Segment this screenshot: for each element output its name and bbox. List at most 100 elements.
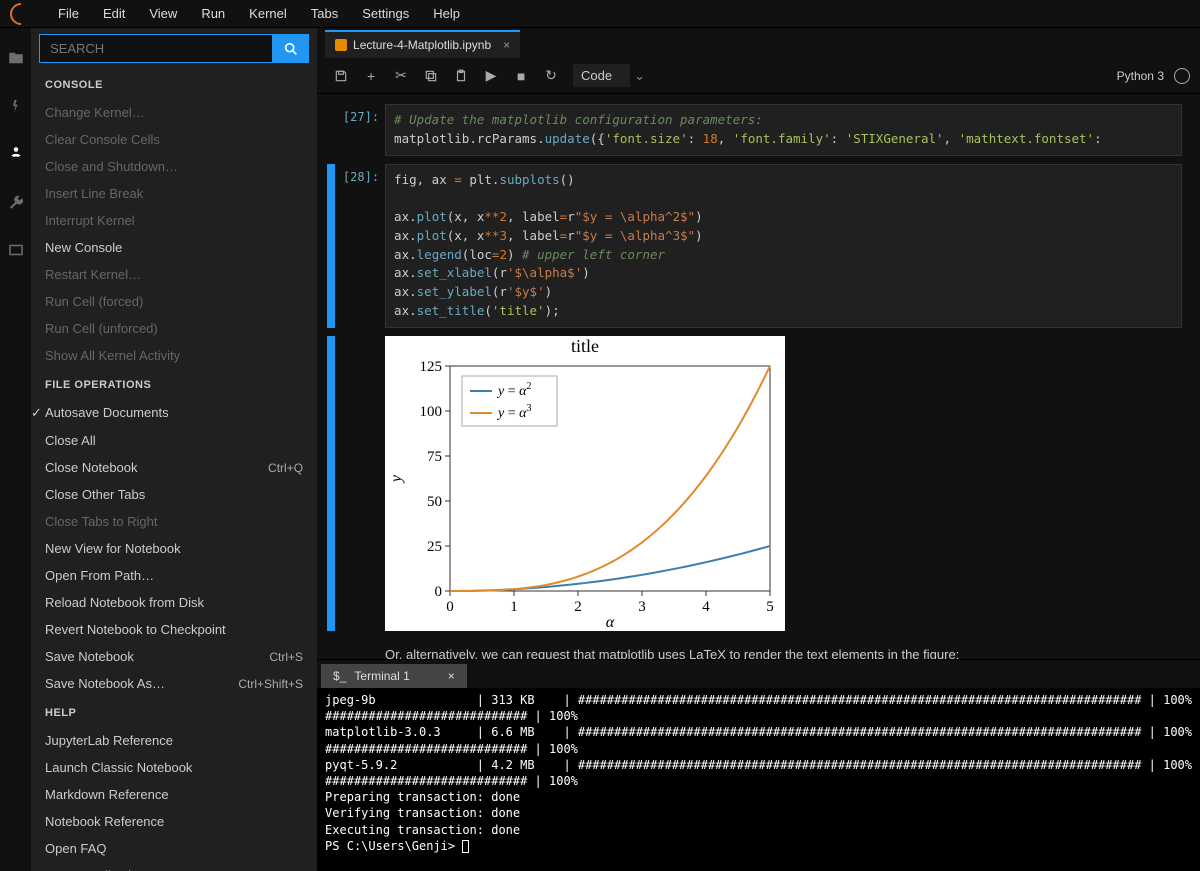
- notebook-toolbar: + ✂ ▶ ■ ↻ Code ⌄ Python 3: [317, 58, 1200, 94]
- terminal-icon: $_: [333, 669, 346, 683]
- command-item[interactable]: Change Kernel…: [31, 99, 317, 126]
- code-cell[interactable]: [28]: fig, ax = plt.subplots() ax.plot(x…: [327, 164, 1182, 328]
- terminal-tab[interactable]: $_ Terminal 1 ×: [321, 664, 467, 688]
- svg-text:y: y: [388, 474, 405, 484]
- svg-text:100: 100: [420, 404, 443, 420]
- terminal-body[interactable]: jpeg-9b | 313 KB | #####################…: [317, 688, 1200, 871]
- notebook-tabrow: Lecture-4-Matplotlib.ipynb ×: [317, 28, 1200, 58]
- save-icon[interactable]: [327, 62, 355, 90]
- command-item[interactable]: Save NotebookCtrl+S: [31, 643, 317, 670]
- command-item[interactable]: Close All: [31, 427, 317, 454]
- command-item[interactable]: Launch Classic Notebook: [31, 754, 317, 781]
- stop-icon[interactable]: ■: [507, 62, 535, 90]
- menu-tabs[interactable]: Tabs: [299, 0, 350, 28]
- svg-text:y = α3: y = α3: [496, 403, 531, 421]
- terminal-panel: $_ Terminal 1 × jpeg-9b | 313 KB | #####…: [317, 659, 1200, 871]
- paste-icon[interactable]: [447, 62, 475, 90]
- command-item[interactable]: Revert Notebook to Checkpoint: [31, 616, 317, 643]
- copy-icon[interactable]: [417, 62, 445, 90]
- command-palette: CONSOLEChange Kernel…Clear Console Cells…: [31, 28, 317, 871]
- kernel-indicator-icon[interactable]: [1174, 68, 1190, 84]
- svg-text:75: 75: [427, 449, 442, 465]
- run-icon[interactable]: ▶: [477, 62, 505, 90]
- celltype-select[interactable]: Code: [573, 64, 630, 87]
- menu-help[interactable]: Help: [421, 0, 472, 28]
- svg-text:125: 125: [420, 359, 443, 375]
- section-header: HELP: [31, 697, 317, 727]
- menubar: FileEditViewRunKernelTabsSettingsHelp: [0, 0, 1200, 28]
- jupyter-logo: [5, 0, 36, 29]
- add-icon[interactable]: +: [357, 62, 385, 90]
- command-item[interactable]: Close Tabs to Right: [31, 508, 317, 535]
- close-icon[interactable]: ×: [503, 38, 510, 52]
- command-item[interactable]: Run Cell (forced): [31, 288, 317, 315]
- command-item[interactable]: Clear Console Cells: [31, 126, 317, 153]
- cut-icon[interactable]: ✂: [387, 62, 415, 90]
- command-item[interactable]: Reset Application State: [31, 862, 317, 871]
- chevron-down-icon: ⌄: [634, 68, 645, 84]
- markdown-cell[interactable]: Or, alternatively, we can request that m…: [327, 639, 1182, 660]
- notebook-icon: [335, 39, 347, 51]
- activity-bar: [0, 28, 31, 871]
- search-button[interactable]: [273, 34, 309, 63]
- restart-icon[interactable]: ↻: [537, 62, 565, 90]
- commands-icon[interactable]: [6, 144, 26, 164]
- command-item[interactable]: New View for Notebook: [31, 535, 317, 562]
- command-item[interactable]: New Console: [31, 234, 317, 261]
- svg-text:3: 3: [638, 599, 646, 615]
- section-header: CONSOLE: [31, 69, 317, 99]
- code-cell[interactable]: [27]: # Update the matplotlib configurat…: [327, 104, 1182, 156]
- menu-view[interactable]: View: [137, 0, 189, 28]
- menu-file[interactable]: File: [46, 0, 91, 28]
- command-item[interactable]: Notebook Reference: [31, 808, 317, 835]
- notebook-area[interactable]: [27]: # Update the matplotlib configurat…: [317, 94, 1200, 659]
- menu-run[interactable]: Run: [189, 0, 237, 28]
- terminal-tab-label: Terminal 1: [354, 669, 409, 683]
- command-item[interactable]: Insert Line Break: [31, 180, 317, 207]
- svg-text:50: 50: [427, 494, 442, 510]
- cell-prompt: [28]:: [335, 164, 385, 328]
- svg-text:1: 1: [510, 599, 518, 615]
- command-item[interactable]: Save Notebook As…Ctrl+Shift+S: [31, 670, 317, 697]
- svg-text:α: α: [606, 614, 615, 631]
- command-item[interactable]: Close and Shutdown…: [31, 153, 317, 180]
- tab-label: Lecture-4-Matplotlib.ipynb: [353, 38, 491, 52]
- cell-output: title 0 25 50 75 100 125 0 1 2 3 4 5 α y y = α2 y = α3: [327, 336, 1182, 631]
- command-item[interactable]: Open From Path…: [31, 562, 317, 589]
- wrench-icon[interactable]: [6, 192, 26, 212]
- svg-text:0: 0: [446, 599, 454, 615]
- svg-text:5: 5: [766, 599, 774, 615]
- close-icon[interactable]: ×: [448, 669, 455, 683]
- tab-notebook[interactable]: Lecture-4-Matplotlib.ipynb ×: [325, 30, 520, 58]
- command-item[interactable]: Reload Notebook from Disk: [31, 589, 317, 616]
- cell-prompt: [27]:: [335, 104, 385, 156]
- search-input[interactable]: [39, 34, 273, 63]
- cell-editor[interactable]: # Update the matplotlib configuration pa…: [385, 104, 1182, 156]
- svg-text:25: 25: [427, 539, 442, 555]
- command-item[interactable]: Open FAQ: [31, 835, 317, 862]
- command-item[interactable]: Show All Kernel Activity: [31, 342, 317, 369]
- folder-icon[interactable]: [6, 48, 26, 68]
- command-item[interactable]: Close NotebookCtrl+Q: [31, 454, 317, 481]
- cell-editor[interactable]: fig, ax = plt.subplots() ax.plot(x, x**2…: [385, 164, 1182, 328]
- menu-settings[interactable]: Settings: [350, 0, 421, 28]
- kernel-name[interactable]: Python 3: [1117, 69, 1164, 83]
- command-item[interactable]: ✓Autosave Documents: [31, 399, 317, 427]
- svg-text:4: 4: [702, 599, 710, 615]
- menu-edit[interactable]: Edit: [91, 0, 137, 28]
- menu-kernel[interactable]: Kernel: [237, 0, 299, 28]
- command-item[interactable]: JupyterLab Reference: [31, 727, 317, 754]
- svg-text:y = α2: y = α2: [496, 381, 531, 399]
- svg-text:0: 0: [435, 584, 443, 600]
- command-item[interactable]: Close Other Tabs: [31, 481, 317, 508]
- command-item[interactable]: Markdown Reference: [31, 781, 317, 808]
- command-item[interactable]: Interrupt Kernel: [31, 207, 317, 234]
- command-item[interactable]: Restart Kernel…: [31, 261, 317, 288]
- running-icon[interactable]: [6, 96, 26, 116]
- svg-text:title: title: [571, 336, 599, 356]
- command-item[interactable]: Run Cell (unforced): [31, 315, 317, 342]
- svg-text:2: 2: [574, 599, 582, 615]
- tabs-icon[interactable]: [6, 240, 26, 260]
- matplotlib-output: title 0 25 50 75 100 125 0 1 2 3 4 5 α y y = α2 y = α3: [385, 336, 785, 631]
- section-header: FILE OPERATIONS: [31, 369, 317, 399]
